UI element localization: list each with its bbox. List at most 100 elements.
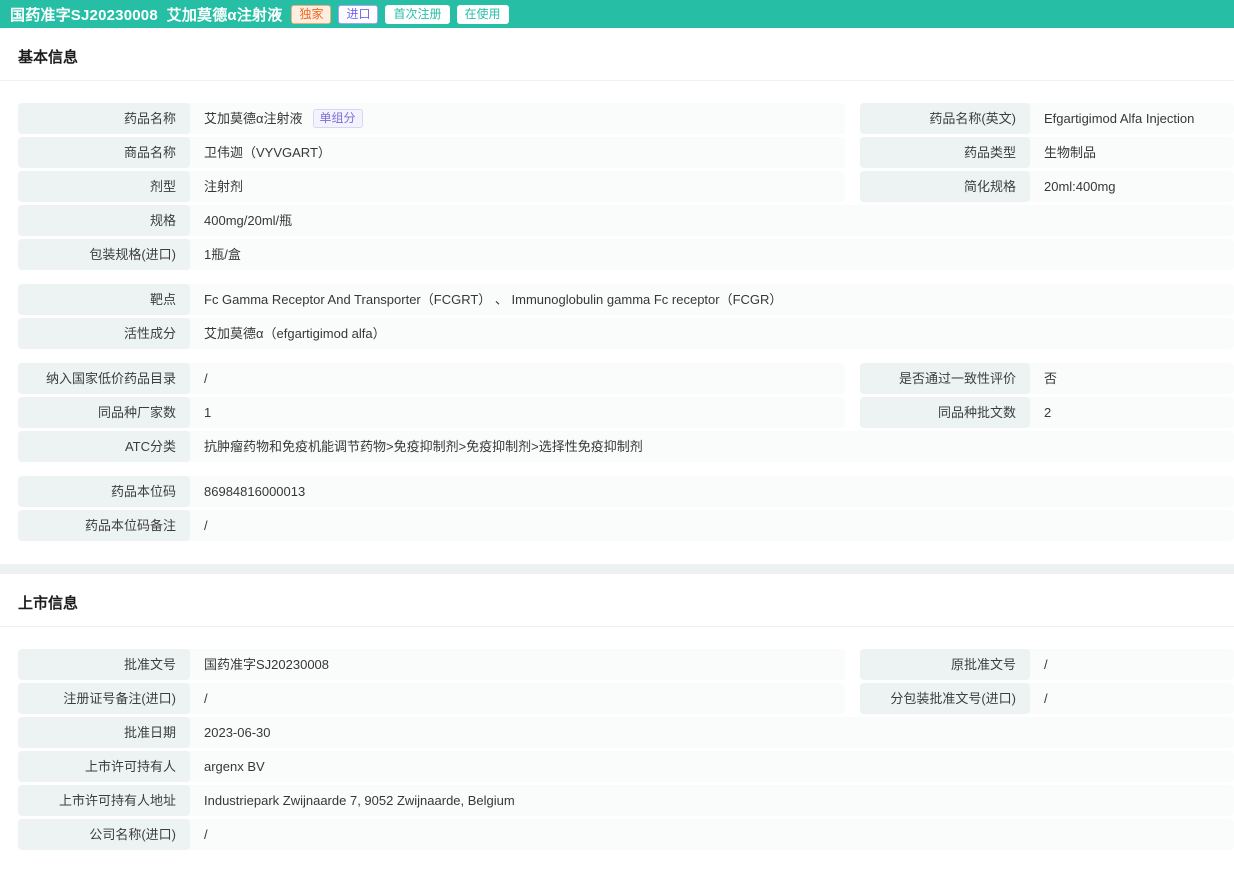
row-group: 药品名称艾加莫德α注射液单组分药品名称(英文)Efgartigimod Alfa… bbox=[18, 103, 1234, 270]
table-row: 活性成分艾加莫德α（efgartigimod alfa） bbox=[18, 318, 1234, 349]
table-row: 包装规格(进口) 1瓶/盒 bbox=[18, 239, 1234, 270]
field-value: / bbox=[190, 683, 218, 714]
table-row: 批准日期2023-06-30 bbox=[18, 717, 1234, 748]
field-value: Efgartigimod Alfa Injection bbox=[1030, 103, 1204, 134]
field-label: 同品种批文数 bbox=[860, 397, 1030, 428]
field-value-text: 1 bbox=[204, 397, 211, 428]
status-badge: 独家 bbox=[291, 5, 331, 24]
field-label: 注册证号备注(进口) bbox=[18, 683, 190, 714]
field-value: argenx BV bbox=[190, 751, 275, 782]
table-row: 上市许可持有人 argenx BV bbox=[18, 751, 1234, 782]
field-value: 否 bbox=[1030, 363, 1067, 394]
field-value: 400mg/20ml/瓶 bbox=[190, 205, 302, 236]
table-row: 纳入国家低价药品目录/是否通过一致性评价否 bbox=[18, 363, 1234, 394]
field-label: 包装规格(进口) bbox=[18, 239, 190, 270]
field-value: 1瓶/盒 bbox=[190, 239, 251, 270]
field-label: 剂型 bbox=[18, 171, 190, 202]
field-label: ATC分类 bbox=[18, 431, 190, 462]
field-cell: 规格400mg/20ml/瓶 bbox=[18, 205, 1234, 236]
field-label: 药品名称 bbox=[18, 103, 190, 134]
row-group: 药品本位码86984816000013药品本位码备注 / bbox=[18, 476, 1234, 541]
table-row: 批准文号国药准字SJ20230008 原批准文号/ bbox=[18, 649, 1234, 680]
field-cell: 药品名称(英文) Efgartigimod Alfa Injection bbox=[860, 103, 1234, 134]
field-label: 商品名称 bbox=[18, 137, 190, 168]
header-badges: 独家进口首次注册在使用 bbox=[291, 5, 508, 24]
mono-component-tag: 单组分 bbox=[313, 109, 363, 128]
section-header: 上市信息 bbox=[0, 574, 1234, 627]
table-row: 规格400mg/20ml/瓶 bbox=[18, 205, 1234, 236]
table-row: ATC分类抗肿瘤药物和免疫机能调节药物>免疫抑制剂>免疫抑制剂>选择性免疫抑制剂 bbox=[18, 431, 1234, 462]
field-value: / bbox=[190, 819, 218, 850]
field-value: 艾加莫德α注射液单组分 bbox=[190, 103, 373, 134]
field-cell: 简化规格20ml:400mg bbox=[860, 171, 1234, 202]
field-cell: 包装规格(进口) 1瓶/盒 bbox=[18, 239, 1234, 270]
field-value: 2 bbox=[1030, 397, 1061, 428]
field-cell: 纳入国家低价药品目录/ bbox=[18, 363, 845, 394]
field-cell: 靶点 Fc Gamma Receptor And Transporter（FCGR… bbox=[18, 284, 1234, 315]
field-value: 抗肿瘤药物和免疫机能调节药物>免疫抑制剂>免疫抑制剂>选择性免疫抑制剂 bbox=[190, 431, 653, 462]
table-row: 同品种厂家数 1 同品种批文数 2 bbox=[18, 397, 1234, 428]
field-value: 国药准字SJ20230008 bbox=[190, 649, 339, 680]
field-label: 药品本位码 bbox=[18, 476, 190, 507]
field-label: 是否通过一致性评价 bbox=[860, 363, 1030, 394]
field-cell: 药品名称艾加莫德α注射液单组分 bbox=[18, 103, 845, 134]
field-value: 1 bbox=[190, 397, 221, 428]
field-label: 药品本位码备注 bbox=[18, 510, 190, 541]
field-value: / bbox=[1030, 649, 1058, 680]
field-label: 上市许可持有人 bbox=[18, 751, 190, 782]
field-value-text: 2023-06-30 bbox=[204, 717, 271, 748]
field-value: / bbox=[190, 363, 218, 394]
table-row: 剂型注射剂 简化规格20ml:400mg bbox=[18, 171, 1234, 202]
table-row: 药品本位码86984816000013 bbox=[18, 476, 1234, 507]
field-value: 86984816000013 bbox=[190, 476, 315, 507]
field-cell: 同品种批文数 2 bbox=[860, 397, 1234, 428]
field-cell: 公司名称(进口)/ bbox=[18, 819, 1234, 850]
status-badge: 在使用 bbox=[457, 5, 509, 24]
field-value-text: / bbox=[204, 819, 208, 850]
section-body: 批准文号国药准字SJ20230008原批准文号/注册证号备注(进口)/分包装批准… bbox=[0, 627, 1234, 873]
field-cell: 药品本位码备注 / bbox=[18, 510, 1234, 541]
field-label: 药品名称(英文) bbox=[860, 103, 1030, 134]
field-cell: 批准文号国药准字SJ20230008 bbox=[18, 649, 845, 680]
field-value-text: 20ml:400mg bbox=[1044, 171, 1116, 202]
field-value: 2023-06-30 bbox=[190, 717, 281, 748]
content-area: 基本信息 药品名称艾加莫德α注射液单组分药品名称(英文)Efgartigimod… bbox=[0, 28, 1234, 873]
field-value: 卫伟迦（VYVGART） bbox=[190, 137, 341, 168]
field-value-text: 抗肿瘤药物和免疫机能调节药物>免疫抑制剂>免疫抑制剂>选择性免疫抑制剂 bbox=[204, 431, 643, 462]
field-cell: 商品名称卫伟迦（VYVGART） bbox=[18, 137, 845, 168]
field-value-text: / bbox=[204, 510, 208, 541]
field-value-text: Efgartigimod Alfa Injection bbox=[1044, 103, 1194, 134]
field-cell: ATC分类抗肿瘤药物和免疫机能调节药物>免疫抑制剂>免疫抑制剂>选择性免疫抑制剂 bbox=[18, 431, 1234, 462]
section-card: 上市信息 批准文号国药准字SJ20230008原批准文号/注册证号备注(进口)/… bbox=[0, 574, 1234, 873]
page-title: 国药准字SJ20230008 艾加莫德α注射液 bbox=[10, 4, 282, 25]
field-value-text: 艾加莫德α（efgartigimod alfa） bbox=[204, 318, 386, 349]
field-value-text: 国药准字SJ20230008 bbox=[204, 649, 329, 680]
field-value-text: / bbox=[1044, 649, 1048, 680]
field-value-text: 卫伟迦（VYVGART） bbox=[204, 137, 331, 168]
row-group: 批准文号国药准字SJ20230008原批准文号/注册证号备注(进口)/分包装批准… bbox=[18, 649, 1234, 850]
field-cell: 原批准文号/ bbox=[860, 649, 1234, 680]
field-value-text: 注射剂 bbox=[204, 171, 243, 202]
field-value-text: Fc Gamma Receptor And Transporter（FCGRT）… bbox=[204, 284, 782, 315]
field-cell: 药品类型生物制品 bbox=[860, 137, 1234, 168]
section-body: 药品名称艾加莫德α注射液单组分药品名称(英文)Efgartigimod Alfa… bbox=[0, 81, 1234, 564]
field-cell: 注册证号备注(进口)/ bbox=[18, 683, 845, 714]
section-header: 基本信息 bbox=[0, 28, 1234, 81]
field-value: Fc Gamma Receptor And Transporter（FCGRT）… bbox=[190, 284, 792, 315]
field-label: 靶点 bbox=[18, 284, 190, 315]
field-label: 药品类型 bbox=[860, 137, 1030, 168]
field-cell: 上市许可持有人地址Industriepark Zwijnaarde 7, 905… bbox=[18, 785, 1234, 816]
section-title: 上市信息 bbox=[18, 592, 1216, 613]
field-value-text: / bbox=[204, 363, 208, 394]
field-value-text: 2 bbox=[1044, 397, 1051, 428]
field-cell: 药品本位码86984816000013 bbox=[18, 476, 1234, 507]
field-value-text: 400mg/20ml/瓶 bbox=[204, 205, 292, 236]
field-value-text: argenx BV bbox=[204, 751, 265, 782]
field-value: / bbox=[1030, 683, 1058, 714]
field-value: 生物制品 bbox=[1030, 137, 1106, 168]
field-value-text: 1瓶/盒 bbox=[204, 239, 241, 270]
field-label: 同品种厂家数 bbox=[18, 397, 190, 428]
field-label: 分包装批准文号(进口) bbox=[860, 683, 1030, 714]
field-value-text: 生物制品 bbox=[1044, 137, 1096, 168]
field-label: 批准文号 bbox=[18, 649, 190, 680]
